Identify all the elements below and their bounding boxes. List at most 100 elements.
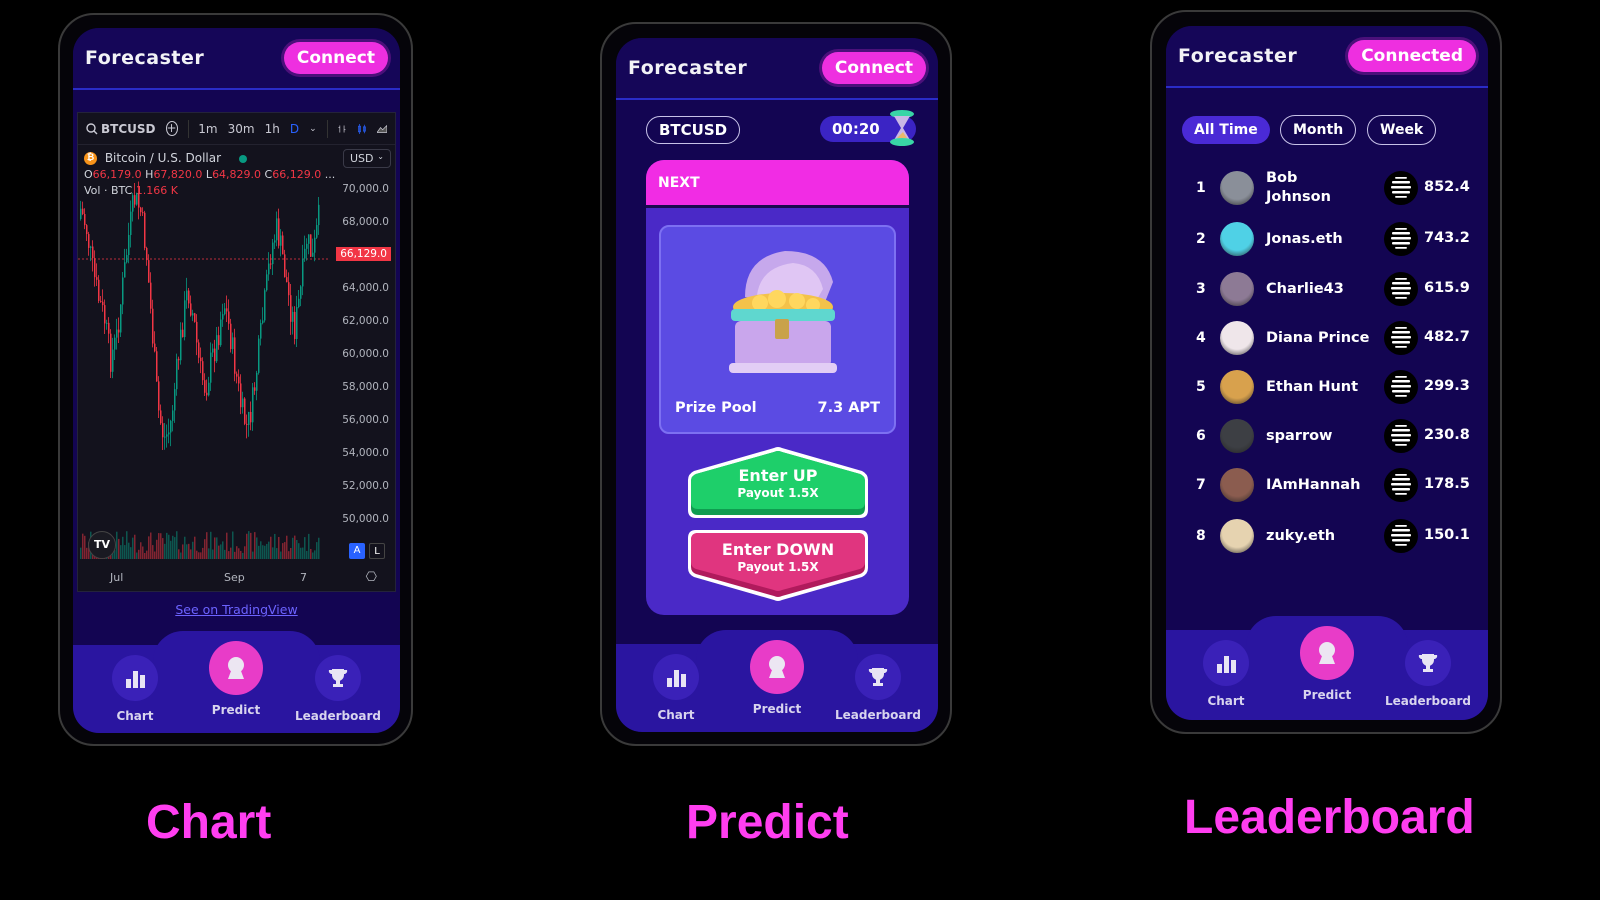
leaderboard-row[interactable]: 8 zuky.eth 150.1: [1166, 515, 1488, 559]
interval-d[interactable]: D: [290, 122, 299, 136]
candle-body: [224, 308, 226, 315]
score: 852.4: [1424, 179, 1470, 195]
enter-up-button[interactable]: Enter UP Payout 1.5X: [684, 446, 872, 522]
volume-bar: [80, 547, 82, 559]
tab-month[interactable]: Month: [1280, 115, 1357, 145]
trophy-icon: [868, 668, 888, 686]
volume-bar: [116, 531, 118, 559]
candle-body: [226, 308, 228, 312]
candle-body: [152, 308, 154, 344]
candle-body: [184, 300, 186, 338]
leaderboard-row[interactable]: 3 Charlie43 615.9: [1166, 268, 1488, 312]
connected-button[interactable]: Connected: [1348, 40, 1476, 72]
candle-body: [212, 348, 214, 353]
round-label: NEXT: [658, 174, 700, 191]
app-header: Forecaster Connect: [73, 28, 400, 90]
caption-chart: Chart: [146, 796, 272, 849]
symbol-pill[interactable]: BTCUSD: [646, 116, 741, 144]
volume-bar: [170, 540, 172, 559]
candle-body: [100, 300, 102, 302]
connect-button[interactable]: Connect: [821, 52, 926, 84]
prize-pool-card: Prize Pool 7.3 APT: [659, 225, 896, 434]
auto-scale-button[interactable]: A: [349, 543, 365, 559]
leaderboard-row[interactable]: 4 Diana Prince 482.7: [1166, 317, 1488, 361]
area-style-icon[interactable]: [377, 122, 387, 136]
nav-label-chart: Chart: [657, 708, 695, 722]
candlestick-plot[interactable]: [78, 179, 328, 579]
nav-item-leaderboard[interactable]: Leaderboard: [288, 645, 388, 733]
crystal-ball-icon: [228, 657, 244, 679]
candle-body: [144, 212, 146, 248]
avatar: [1220, 272, 1254, 306]
volume-bar: [238, 548, 240, 559]
nav-label-predict: Predict: [211, 703, 261, 717]
log-scale-button[interactable]: L: [369, 543, 385, 559]
last-price-badge: 66,129.0: [336, 247, 391, 261]
nav-item-chart[interactable]: Chart: [1176, 630, 1276, 718]
bar-style-icon[interactable]: [337, 122, 347, 136]
candle-body: [142, 212, 144, 214]
crystal-ball-icon: [769, 656, 785, 678]
interval-1m[interactable]: 1m: [198, 122, 217, 136]
nav-leaderboard-circle: [315, 655, 361, 701]
currency-select[interactable]: USD ⌄: [343, 149, 391, 168]
aptos-coin-icon: [1384, 222, 1418, 256]
leaderboard-row[interactable]: 2 Jonas.eth 743.2: [1166, 218, 1488, 262]
nav-item-predict[interactable]: Predict: [186, 641, 286, 733]
candle-body: [112, 349, 114, 372]
nav-item-predict[interactable]: Predict: [727, 640, 827, 732]
avatar: [1220, 222, 1254, 256]
candle-body: [234, 337, 236, 374]
currency-value: USD: [350, 152, 374, 165]
candle-body: [202, 361, 204, 381]
interval-30m[interactable]: 30m: [228, 122, 255, 136]
chevron-down-icon[interactable]: ⌄: [309, 124, 317, 134]
tradingview-widget[interactable]: BTCUSD + 1m 30m 1h D ⌄ ₿ Bitcoin / U.S. …: [77, 112, 396, 592]
leaderboard-row[interactable]: 7 IAmHannah 178.5: [1166, 464, 1488, 508]
score: 482.7: [1424, 329, 1470, 345]
add-symbol-icon[interactable]: +: [165, 121, 178, 136]
volume-bar: [194, 536, 196, 559]
nav-item-leaderboard[interactable]: Leaderboard: [828, 644, 928, 732]
candle-body: [140, 207, 142, 213]
candle-body: [296, 307, 298, 340]
candle-body: [186, 290, 188, 301]
nav-label-predict: Predict: [752, 702, 802, 716]
candle-body: [138, 193, 140, 208]
nav-item-chart[interactable]: Chart: [626, 644, 726, 732]
tab-week[interactable]: Week: [1367, 115, 1437, 145]
candle-body: [304, 248, 306, 259]
see-on-tradingview-link[interactable]: See on TradingView: [73, 602, 400, 617]
volume-bar: [178, 549, 180, 559]
nav-item-chart[interactable]: Chart: [85, 645, 185, 733]
candle-body: [214, 348, 216, 362]
price-axis[interactable]: 70,000.0 68,000.0 66,129.0 64,000.0 62,0…: [335, 181, 391, 551]
volume-bar: [308, 533, 310, 559]
enter-down-button[interactable]: Enter DOWN Payout 1.5X: [684, 526, 872, 602]
volume-bar: [212, 549, 214, 559]
crystal-ball-icon: [1319, 642, 1335, 664]
volume-bar: [206, 532, 208, 559]
symbol-label: BTCUSD: [101, 121, 156, 136]
connect-button[interactable]: Connect: [283, 42, 388, 74]
volume-bar: [192, 541, 194, 559]
leaderboard-row[interactable]: 1 Bob Johnson 852.4: [1166, 167, 1488, 211]
leaderboard-row[interactable]: 6 sparrow 230.8: [1166, 415, 1488, 459]
leaderboard-row[interactable]: 5 Ethan Hunt 299.3: [1166, 366, 1488, 410]
tradingview-logo[interactable]: TV: [88, 531, 116, 559]
settings-icon[interactable]: ⎔: [366, 570, 377, 585]
volume-bar: [252, 551, 254, 559]
candle-body: [178, 358, 180, 361]
candle-style-icon[interactable]: [357, 122, 367, 136]
volume-bar: [304, 537, 306, 559]
candle-body: [298, 298, 300, 308]
interval-1h[interactable]: 1h: [265, 122, 280, 136]
candle-body: [96, 277, 98, 280]
volume-bar: [126, 531, 128, 559]
nav-item-predict[interactable]: Predict: [1277, 626, 1377, 718]
nav-item-leaderboard[interactable]: Leaderboard: [1378, 630, 1478, 718]
volume-bar: [176, 531, 178, 559]
candle-body: [108, 322, 110, 334]
tab-all-time[interactable]: All Time: [1182, 116, 1270, 144]
symbol-search[interactable]: BTCUSD: [86, 122, 156, 136]
